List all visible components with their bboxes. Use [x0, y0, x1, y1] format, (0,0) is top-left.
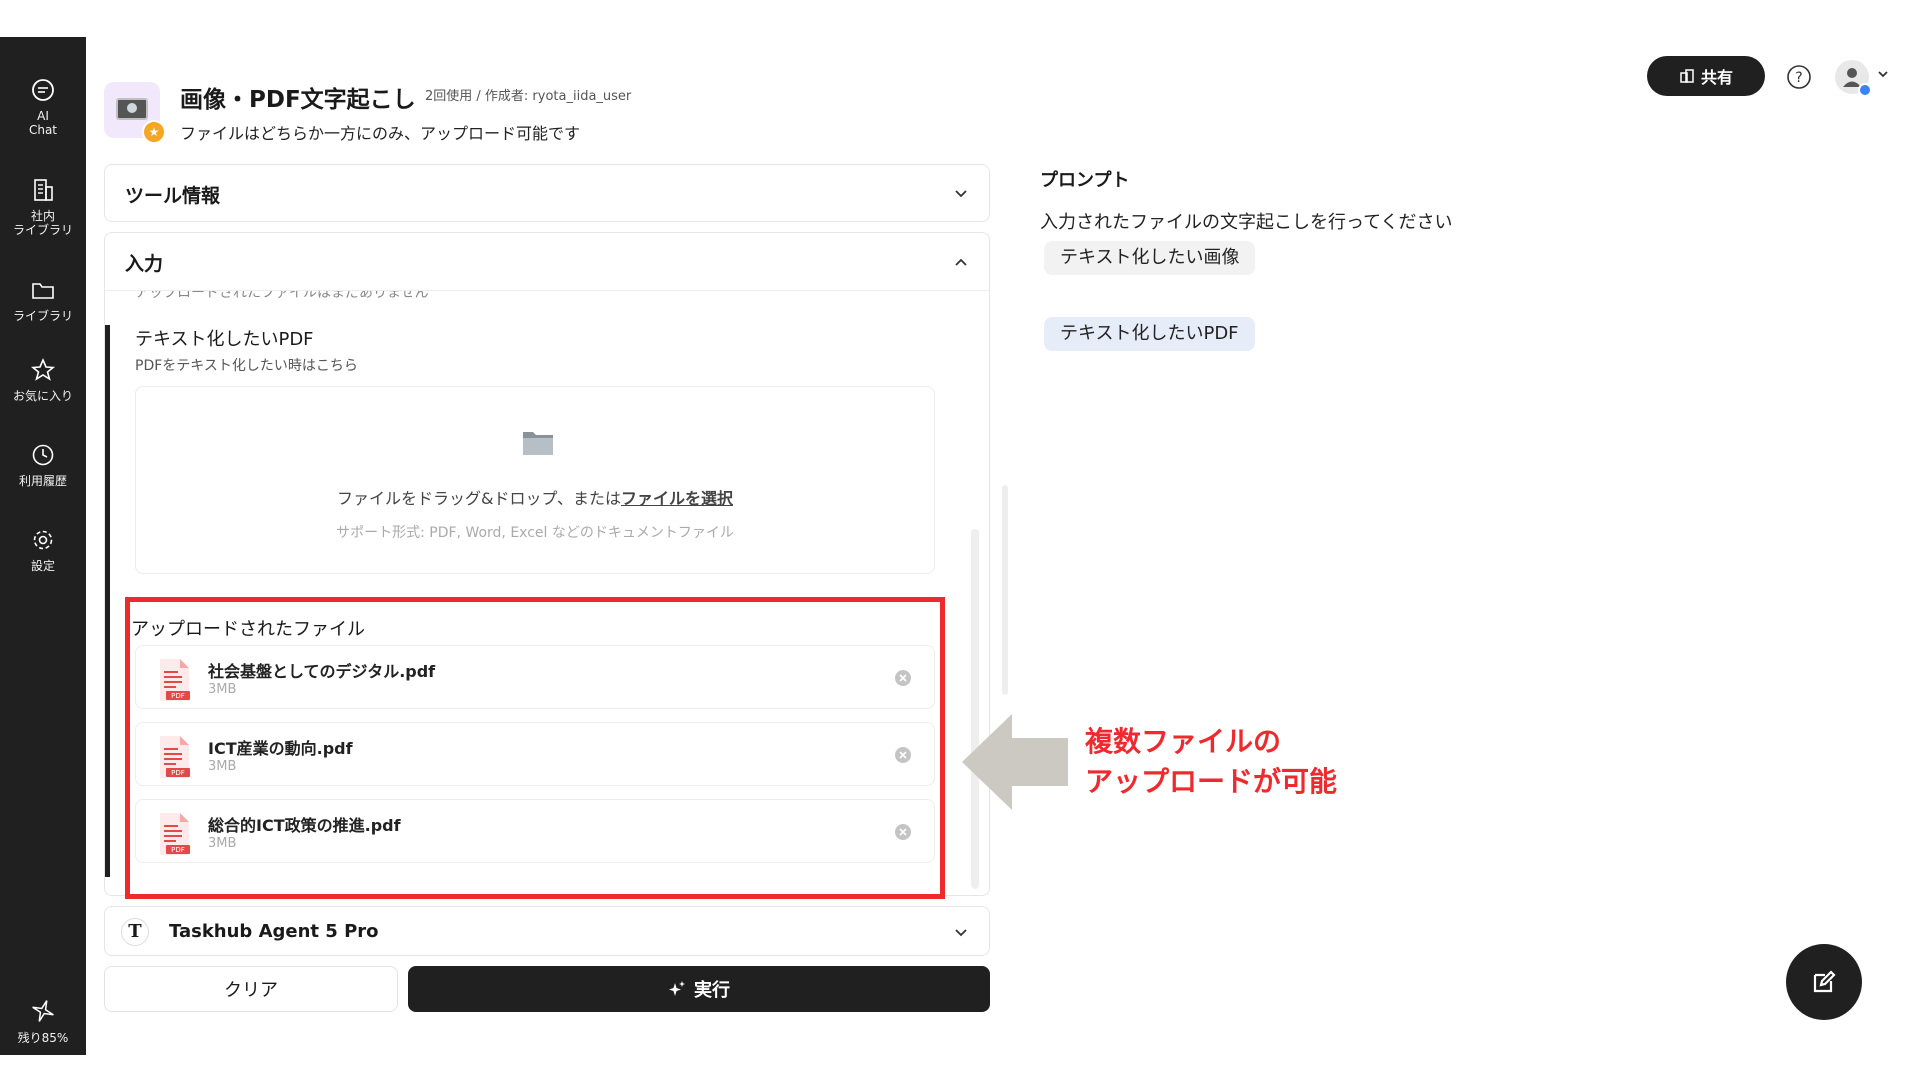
chevron-up-icon[interactable]: [953, 255, 969, 275]
sidebar: AI Chat 社内 ライブラリ ライブラリ お気に入り 利用履歴 設定 残り8…: [0, 37, 86, 1055]
file-dropzone[interactable]: ファイルをドラッグ&ドロップ、またはファイルを選択 サポート形式: PDF, W…: [135, 386, 935, 574]
list-item: PDF 社会基盤としてのデジタル.pdf 3MB: [135, 645, 935, 709]
annotation-line-2: アップロードが可能: [1085, 765, 1338, 798]
usage-remaining-label: 残り85%: [17, 1031, 69, 1045]
uploaded-files-heading: アップロードされたファイル: [131, 619, 365, 640]
select-file-link[interactable]: ファイルを選択: [621, 489, 733, 508]
pdf-file-icon: PDF: [154, 657, 194, 707]
share-button-label: 共有: [1700, 68, 1733, 87]
file-size: 3MB: [208, 682, 237, 697]
sidebar-item-settings[interactable]: 設定: [0, 527, 86, 573]
tool-icon: ★: [104, 82, 166, 144]
remove-file-icon[interactable]: [894, 669, 912, 691]
new-chat-button[interactable]: [1786, 944, 1862, 1020]
pdf-field-label: テキスト化したいPDF: [135, 329, 314, 350]
folder-icon: [32, 283, 54, 299]
list-item: PDF 総合的ICT政策の推進.pdf 3MB: [135, 799, 935, 863]
folder-icon: [521, 427, 555, 461]
gear-icon: [1858, 83, 1872, 97]
sidebar-item-history[interactable]: 利用履歴: [0, 442, 86, 488]
supported-formats: サポート形式: PDF, Word, Excel などのドキュメントファイル: [336, 525, 734, 541]
input-panel: 入力 アップロードされたファイルはまだありません テキスト化したいPDF PDF…: [104, 232, 990, 899]
sidebar-item-library[interactable]: ライブラリ: [0, 277, 86, 323]
history-icon: [32, 444, 54, 466]
input-heading: 入力: [125, 253, 164, 275]
file-size: 3MB: [208, 759, 237, 774]
run-button-label: 実行: [694, 980, 730, 1001]
gear-icon: [33, 530, 53, 550]
favorite-star-icon: ★: [142, 120, 166, 144]
annotation-arrow: [962, 714, 1068, 814]
pdf-badge-text: PDF: [171, 769, 185, 777]
share-button[interactable]: 共有: [1647, 56, 1765, 96]
remove-file-icon[interactable]: [894, 746, 912, 768]
tool-info-panel[interactable]: ツール情報: [104, 164, 990, 222]
prompt-variable-chip: テキスト化したい画像: [1044, 241, 1256, 275]
sidebar-item-favorites[interactable]: お気に入り: [0, 357, 86, 403]
dropzone-text: ファイルをドラッグ&ドロップ、またはファイルを選択: [136, 485, 934, 509]
building-icon: [34, 179, 53, 201]
prompt-variable-chip: テキスト化したいPDF: [1044, 317, 1255, 351]
file-name: ICT産業の動向.pdf: [208, 739, 353, 758]
model-name: Taskhub Agent 5 Pro: [169, 921, 379, 942]
sidebar-item-label: 利用履歴: [18, 474, 67, 488]
pdf-file-icon: PDF: [154, 734, 194, 784]
chevron-down-icon[interactable]: [953, 924, 969, 944]
sidebar-item-label: 設定: [30, 559, 55, 573]
pdf-file-icon: PDF: [154, 811, 194, 861]
file-name: 総合的ICT政策の推進.pdf: [208, 816, 401, 835]
usage-remaining[interactable]: 残り85%: [0, 997, 86, 1045]
sidebar-item-label: 社内 ライブラリ: [12, 209, 73, 237]
svg-text:?: ?: [1795, 70, 1802, 86]
page-title: 画像・PDF文字起こし: [180, 87, 416, 113]
sidebar-item-ai-chat[interactable]: AI Chat: [0, 77, 86, 137]
sparkle-icon: [32, 1000, 54, 1022]
tool-info-heading: ツール情報: [125, 185, 221, 207]
sidebar-item-label: お気に入り: [12, 389, 73, 403]
no-files-text: アップロードされたファイルはまだありません: [135, 291, 429, 301]
camera-icon: [116, 98, 148, 120]
scrollbar[interactable]: [971, 529, 979, 889]
pdf-badge-text: PDF: [171, 846, 185, 854]
file-size: 3MB: [208, 836, 237, 851]
scrollbar[interactable]: [1002, 485, 1008, 695]
help-icon[interactable]: ?: [1786, 64, 1812, 94]
sparkle-icon: [669, 981, 685, 996]
prompt-heading: プロンプト: [1040, 170, 1130, 191]
sidebar-item-label: ライブラリ: [12, 309, 73, 323]
file-name: 社会基盤としてのデジタル.pdf: [208, 662, 436, 681]
pdf-badge-text: PDF: [171, 692, 185, 700]
sidebar-item-company-library[interactable]: 社内 ライブラリ: [0, 177, 86, 237]
clear-button[interactable]: クリア: [104, 966, 398, 1012]
run-button[interactable]: 実行: [408, 966, 990, 1012]
model-selector[interactable]: T Taskhub Agent 5 Pro: [104, 906, 990, 956]
clear-button-label: クリア: [224, 980, 278, 1001]
star-icon: [30, 357, 56, 381]
annotation-line-1: 複数ファイルの: [1085, 725, 1282, 758]
annotation-text: 複数ファイルの アップロードが可能: [1085, 722, 1337, 802]
edit-icon: [1813, 970, 1836, 993]
chat-icon: [32, 79, 54, 101]
tool-description: ファイルはどちらか一方にのみ、アップロード可能です: [180, 124, 581, 143]
model-logo: T: [121, 918, 149, 946]
list-item: PDF ICT産業の動向.pdf 3MB: [135, 722, 935, 786]
dropzone-instruction: ファイルをドラッグ&ドロップ、または: [336, 489, 621, 508]
share-icon: [1680, 69, 1694, 83]
prompt-text: 入力されたファイルの文字起こしを行ってください: [1040, 212, 1453, 233]
chevron-down-icon[interactable]: [1876, 66, 1890, 85]
active-field-indicator: [105, 325, 110, 877]
tool-meta: 2回使用 / 作成者: ryota_iida_user: [425, 89, 632, 104]
avatar[interactable]: [1835, 60, 1872, 97]
remove-file-icon[interactable]: [894, 823, 912, 845]
pdf-field-description: PDFをテキスト化したい時はこちら: [135, 358, 358, 374]
chevron-down-icon[interactable]: [953, 185, 969, 205]
sidebar-item-label: AI Chat: [28, 109, 58, 137]
